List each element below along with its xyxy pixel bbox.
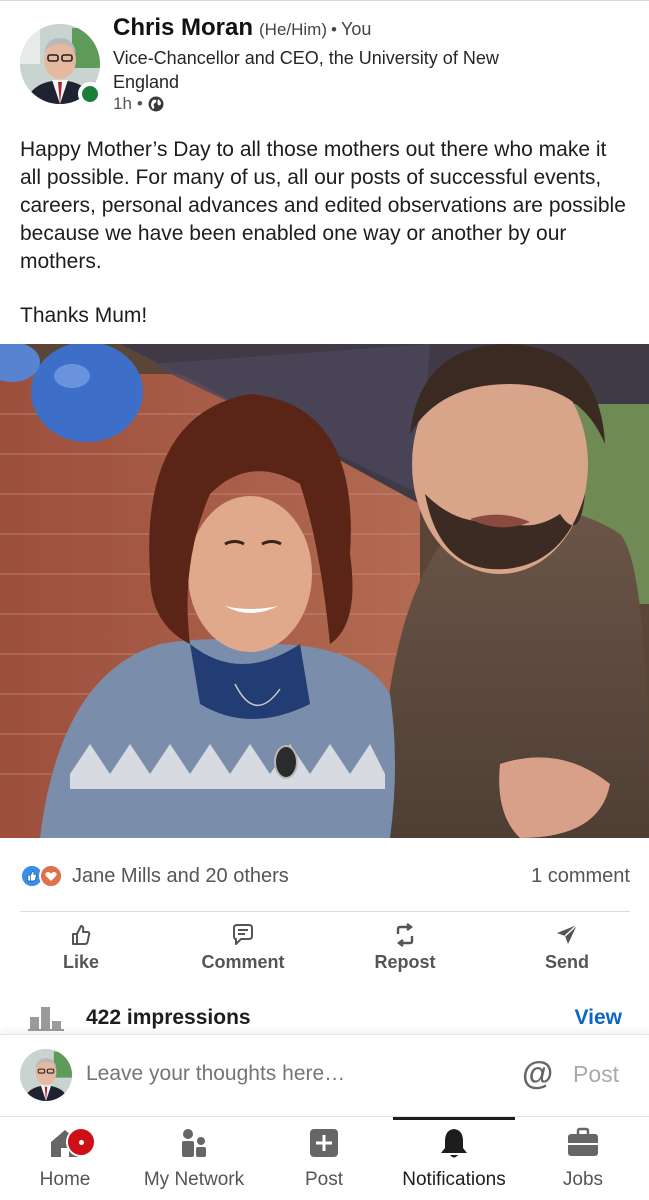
- post-paragraph: Happy Mother’s Day to all those mothers …: [20, 138, 626, 273]
- author-name[interactable]: Chris Moran: [113, 14, 253, 41]
- post-header: Chris Moran (He/Him) • You Vice-Chancellor …: [20, 14, 630, 118]
- repost-button[interactable]: Repost: [340, 922, 470, 973]
- comment-icon: [233, 924, 253, 945]
- nav-post-label: Post: [304, 1169, 344, 1190]
- thumbs-up-icon: [72, 925, 91, 945]
- nav-notifications-label: Notifications: [402, 1169, 506, 1190]
- author-pronouns: (He/Him): [259, 20, 328, 39]
- post-paragraph: Thanks Mum!: [20, 304, 148, 327]
- comments-count[interactable]: 1 comment: [531, 865, 630, 888]
- bell-icon: [441, 1129, 467, 1158]
- mention-button[interactable]: @: [522, 1055, 553, 1092]
- plus-square-icon: [310, 1129, 338, 1157]
- author-relation: You: [340, 19, 372, 39]
- nav-home[interactable]: Home: [22, 1125, 108, 1197]
- comment-input[interactable]: [86, 1062, 506, 1086]
- nav-jobs[interactable]: Jobs: [552, 1125, 614, 1197]
- author-headline: Vice-Chancellor and CEO, the University …: [113, 48, 499, 92]
- like-button[interactable]: Like: [16, 922, 146, 973]
- bar-chart-icon: [28, 1007, 64, 1031]
- nav-my-network-label: My Network: [143, 1169, 245, 1190]
- send-label: Send: [544, 952, 589, 972]
- post-actions: Like Comment Repost Send: [0, 922, 649, 978]
- post-meta: 1h •: [113, 94, 164, 114]
- like-label: Like: [62, 952, 100, 972]
- social-counts: Jane Mills and 20 others 1 comment: [20, 860, 630, 892]
- repost-icon: [396, 923, 414, 947]
- notification-badge: [66, 1127, 96, 1157]
- active-tab-indicator: [393, 1117, 515, 1120]
- briefcase-icon: [568, 1127, 598, 1156]
- nav-notifications[interactable]: Notifications: [393, 1125, 515, 1197]
- network-icon: [182, 1129, 206, 1157]
- nav-jobs-label: Jobs: [562, 1169, 604, 1190]
- top-divider: [0, 0, 649, 1]
- separator-dot: •: [136, 94, 143, 113]
- author-name-line: Chris Moran (He/Him) • You: [113, 14, 371, 42]
- online-status-indicator: [78, 82, 102, 106]
- comment-label: Comment: [201, 952, 285, 972]
- reactions-summary[interactable]: Jane Mills and 20 others: [20, 864, 289, 888]
- reaction-icons: [20, 864, 64, 888]
- send-icon: [557, 924, 578, 944]
- user-avatar: [20, 1049, 72, 1101]
- bottom-navigation: Home My Network Post Notifications Jobs: [0, 1116, 649, 1200]
- post-body: Happy Mother’s Day to all those mothers …: [20, 136, 632, 330]
- comment-button[interactable]: Comment: [178, 922, 308, 973]
- impressions-row: 422 impressions View: [28, 1004, 622, 1032]
- love-icon: [39, 864, 63, 888]
- nav-post[interactable]: Post: [292, 1125, 356, 1197]
- nav-my-network[interactable]: My Network: [132, 1125, 256, 1197]
- comment-composer: @ Post: [0, 1034, 649, 1116]
- send-button[interactable]: Send: [502, 922, 632, 973]
- view-analytics-link[interactable]: View: [575, 1006, 622, 1030]
- globe-icon: [148, 96, 164, 112]
- post-comment-button[interactable]: Post: [573, 1061, 619, 1088]
- post-time: 1h: [113, 94, 132, 113]
- post-image[interactable]: [0, 344, 649, 838]
- repost-label: Repost: [374, 952, 436, 972]
- actions-divider: [20, 911, 630, 912]
- impressions-count: 422 impressions: [86, 1006, 251, 1029]
- separator-dot: •: [331, 20, 337, 39]
- nav-home-label: Home: [39, 1169, 91, 1190]
- reactions-text: Jane Mills and 20 others: [72, 864, 289, 887]
